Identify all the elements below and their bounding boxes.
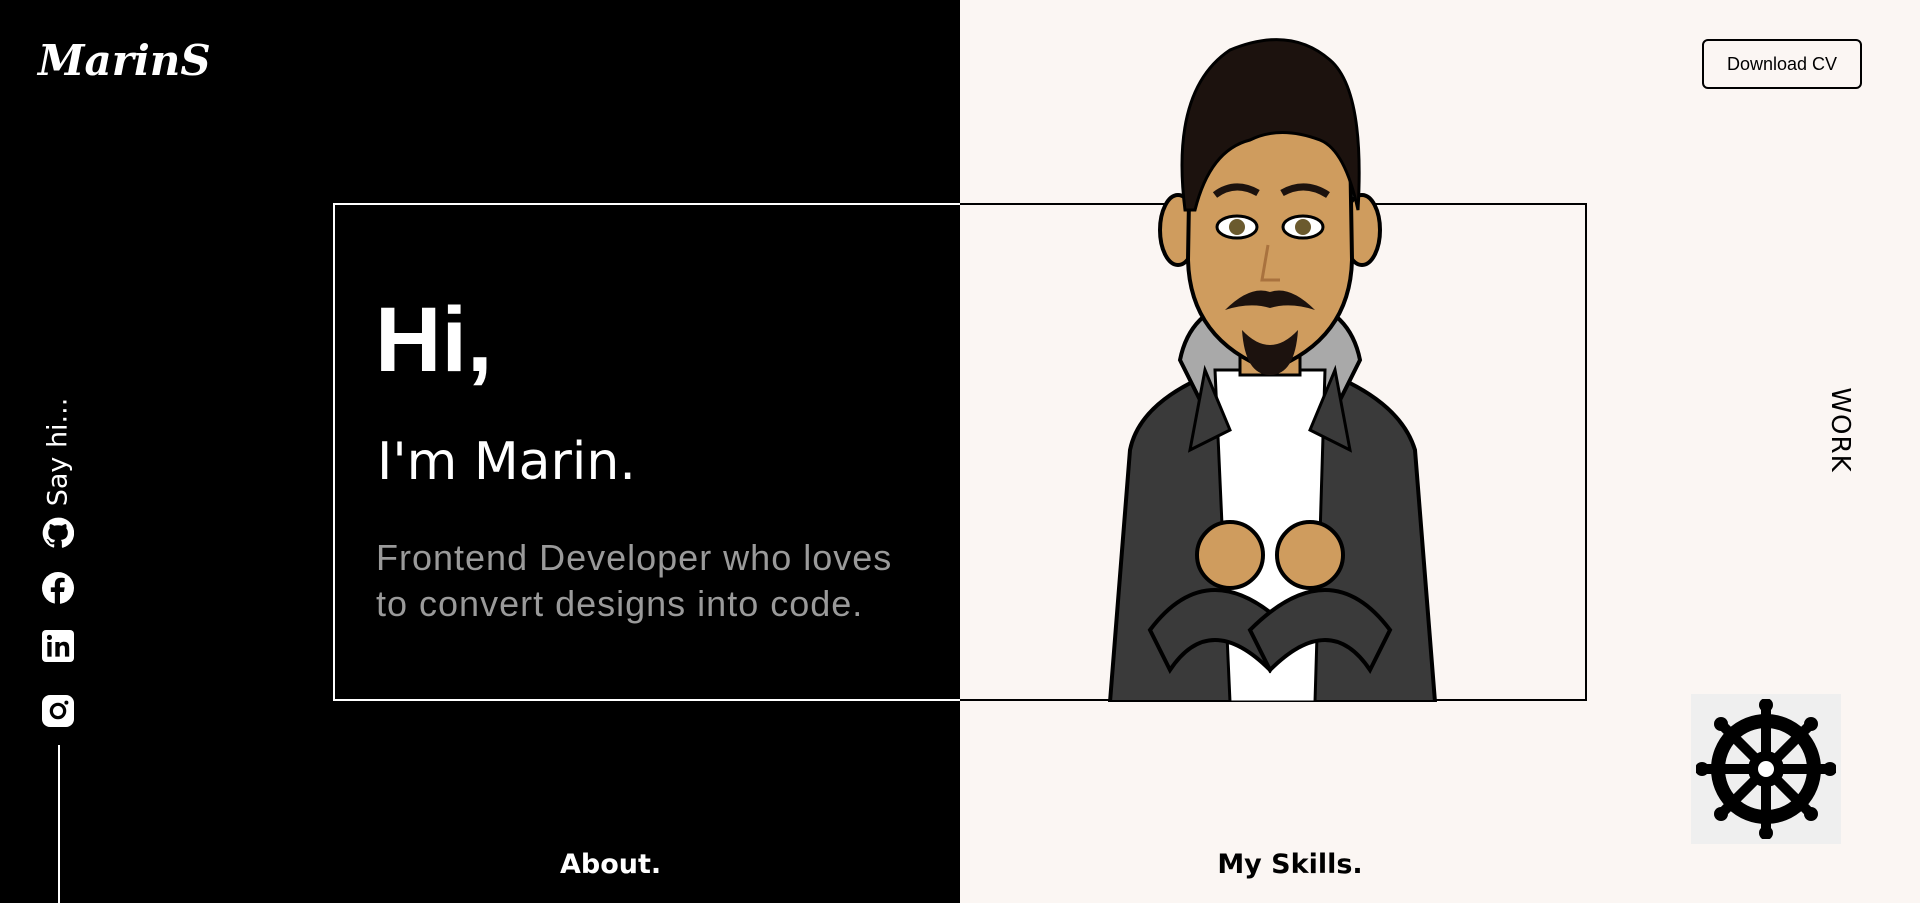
hero-name: I'm Marin.	[377, 432, 636, 492]
work-nav-link[interactable]: WORK	[1825, 387, 1855, 472]
ship-wheel-icon	[1696, 699, 1836, 839]
ship-wheel-button[interactable]	[1691, 694, 1841, 844]
download-cv-button[interactable]: Download CV	[1702, 39, 1862, 89]
skills-nav-link[interactable]: My Skills.	[1190, 849, 1390, 880]
logo[interactable]: MarinS	[38, 36, 211, 85]
facebook-link[interactable]	[42, 572, 74, 604]
avatar-illustration	[1107, 38, 1438, 702]
say-hi-label: Say hi...	[42, 397, 74, 507]
instagram-link[interactable]	[42, 695, 74, 727]
linkedin-icon	[42, 630, 74, 662]
hero-tagline: Frontend Developer who loves to convert …	[376, 537, 893, 624]
say-hi-label-container: Say hi...	[30, 398, 86, 507]
github-link[interactable]	[42, 517, 74, 549]
linkedin-link[interactable]	[42, 630, 74, 662]
instagram-icon	[42, 695, 74, 727]
github-icon	[42, 517, 74, 548]
hero-greeting: Hi,	[375, 289, 493, 391]
social-divider-line	[58, 745, 60, 903]
facebook-icon	[42, 572, 74, 604]
about-nav-link[interactable]: About.	[560, 849, 661, 880]
work-nav-container: WORK	[1820, 385, 1860, 475]
